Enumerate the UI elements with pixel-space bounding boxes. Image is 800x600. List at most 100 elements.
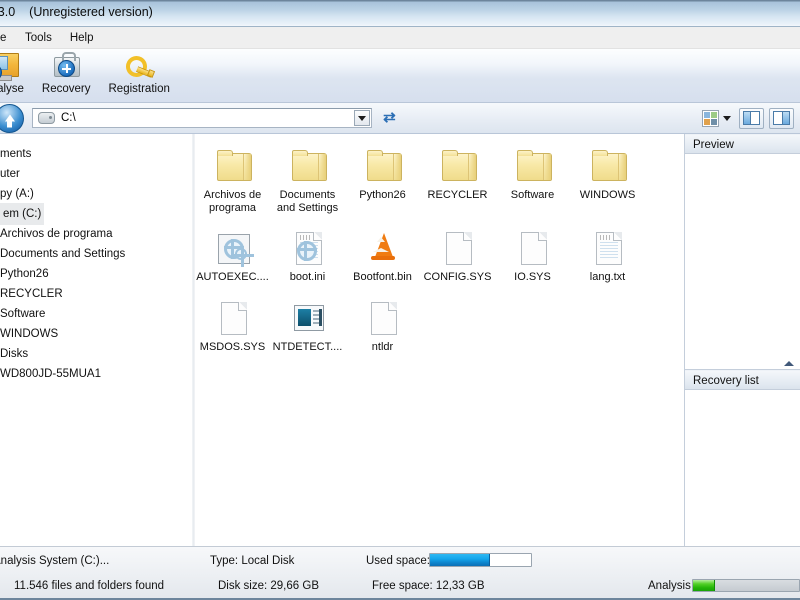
file-item[interactable]: Python26 [345, 146, 420, 214]
tree-item-system-c[interactable]: em (C:) [0, 203, 192, 225]
tree-item-wd800jd[interactable]: WD800JD-55MUA1 [0, 364, 192, 384]
view-mode-dropdown-button[interactable] [720, 115, 734, 121]
file-item[interactable]: NTDETECT.... [270, 298, 345, 354]
tree-item-my-documents[interactable]: ments [0, 144, 192, 164]
recovery-button[interactable]: Recovery [33, 49, 100, 99]
folder-icon [288, 146, 328, 186]
drive-icon [38, 112, 55, 124]
tree-item-label: uter [0, 168, 20, 180]
tree-item-python26[interactable]: Python26 [0, 264, 192, 284]
tree-item-label: Documents and Settings [0, 248, 126, 260]
monitor-globe-icon [0, 52, 20, 82]
status-row-top: Analysis System (C:)... Type: Local Disk… [0, 547, 800, 574]
folder-tree[interactable]: ments uter py (A:) em (C:) Archivos de p… [0, 134, 192, 546]
chevron-down-icon [358, 115, 367, 121]
analysis-label: Analysis [648, 579, 691, 592]
used-space-progress [429, 553, 532, 567]
menu-item-help[interactable]: Help [61, 30, 103, 46]
file-item[interactable]: WINDOWS [570, 146, 645, 214]
window-title-version: (Unregistered version) [29, 5, 153, 19]
status-row-bottom: 11.546 files and folders found Disk size… [0, 572, 800, 599]
batch-file-icon [213, 228, 254, 268]
file-item[interactable]: boot.ini [270, 228, 345, 284]
file-item[interactable]: Archivos de programa [195, 146, 270, 214]
menu-item-tools[interactable]: Tools [16, 30, 61, 46]
view-mode-icon[interactable] [702, 109, 720, 127]
file-item[interactable]: RECYCLER [420, 146, 495, 214]
analyse-button-label: Analyse [0, 83, 24, 95]
file-item[interactable]: Bootfont.bin [345, 228, 420, 284]
folder-icon [513, 146, 553, 186]
briefcase-plus-icon [49, 52, 83, 82]
tree-item-label: RECYCLER [0, 288, 63, 300]
menu-bar: e Tools Help [0, 27, 800, 49]
panel-left-toggle-button[interactable] [739, 107, 765, 129]
file-name-label: Archivos de programa [203, 189, 262, 214]
file-item[interactable]: ntldr [345, 298, 420, 354]
file-grid: Archivos de programa Documents and Setti… [195, 146, 684, 367]
main-toolbar: Analyse Recovery Registration [0, 49, 800, 103]
file-name-label: NTDETECT.... [272, 340, 343, 353]
menu-item-file[interactable]: e [0, 30, 16, 46]
address-dropdown-button[interactable] [354, 110, 371, 126]
disk-type-text: Type: Local Disk [210, 554, 295, 567]
tree-item-label: Python26 [0, 268, 49, 280]
registration-button-label: Registration [108, 83, 170, 95]
text-document-icon [588, 228, 628, 268]
analysis-target-text: Analysis System (C:)... [0, 554, 110, 567]
registration-button[interactable]: Registration [100, 49, 179, 99]
file-item[interactable]: AUTOEXEC.... [195, 228, 270, 284]
title-bar: aser 3.0 (Unregistered version) [0, 0, 800, 27]
tree-item-documents-and-settings[interactable]: Documents and Settings [0, 244, 192, 264]
tree-item-label: ments [0, 148, 32, 160]
application-window: aser 3.0 (Unregistered version) e Tools H… [0, 0, 800, 600]
address-input[interactable]: C:\ [32, 108, 373, 128]
refresh-icon[interactable]: ⇄ [380, 109, 398, 127]
file-name-label: CONFIG.SYS [423, 271, 492, 283]
folder-icon [438, 146, 478, 186]
analyse-button[interactable]: Analyse [0, 49, 33, 99]
file-item[interactable]: lang.txt [570, 228, 645, 284]
file-name-label: Software [510, 189, 555, 201]
file-name-label: Documents and Settings [276, 189, 339, 214]
file-item[interactable]: CONFIG.SYS [420, 228, 495, 284]
file-list-pane[interactable]: Archivos de programa Documents and Setti… [195, 134, 684, 546]
tree-item-label: Archivos de programa [0, 228, 113, 240]
tree-item-disks[interactable]: Disks [0, 344, 192, 364]
tree-item-archivos-de-programa[interactable]: Archivos de programa [0, 224, 192, 244]
chevron-up-icon[interactable] [784, 359, 794, 367]
preview-panel-header[interactable]: Preview [685, 134, 800, 154]
address-path-text: C:\ [61, 112, 76, 124]
tree-item-label: em (C:) [0, 203, 45, 225]
file-item[interactable]: Documents and Settings [270, 146, 345, 214]
tree-item-software[interactable]: Software [0, 304, 192, 324]
folder-icon [363, 146, 403, 186]
file-item[interactable]: IO.SYS [495, 228, 570, 284]
main-content: ments uter py (A:) em (C:) Archivos de p… [0, 134, 800, 546]
application-icon [288, 298, 328, 338]
tree-item-my-computer[interactable]: uter [0, 164, 192, 184]
tree-item-label: WD800JD-55MUA1 [0, 368, 101, 380]
file-name-label: MSDOS.SYS [199, 340, 266, 353]
file-item[interactable]: MSDOS.SYS [195, 298, 270, 354]
file-name-label: Bootfont.bin [353, 271, 412, 283]
file-item[interactable]: Software [495, 146, 570, 214]
vlc-cone-icon [363, 228, 403, 268]
file-name-label: RECYCLER [427, 189, 488, 201]
tree-item-windows[interactable]: WINDOWS [0, 324, 192, 344]
file-name-label: IO.SYS [514, 271, 551, 283]
tree-item-label: py (A:) [0, 188, 34, 200]
up-arrow-icon[interactable] [0, 103, 24, 133]
tree-item-recycler[interactable]: RECYCLER [0, 284, 192, 304]
tree-item-floppy-a[interactable]: py (A:) [0, 184, 192, 204]
free-space-text: Free space: 12,33 GB [372, 579, 485, 592]
blank-document-icon [513, 228, 553, 268]
recovery-list-panel-header[interactable]: Recovery list [685, 370, 800, 390]
files-found-text: 11.546 files and folders found [14, 579, 165, 592]
panel-right-toggle-button[interactable] [769, 107, 795, 129]
used-space-label: Used space: [366, 554, 430, 567]
file-name-label: WINDOWS [579, 189, 636, 201]
preview-panel-body [685, 154, 800, 369]
file-name-label: lang.txt [589, 271, 626, 283]
folder-icon [588, 146, 628, 186]
